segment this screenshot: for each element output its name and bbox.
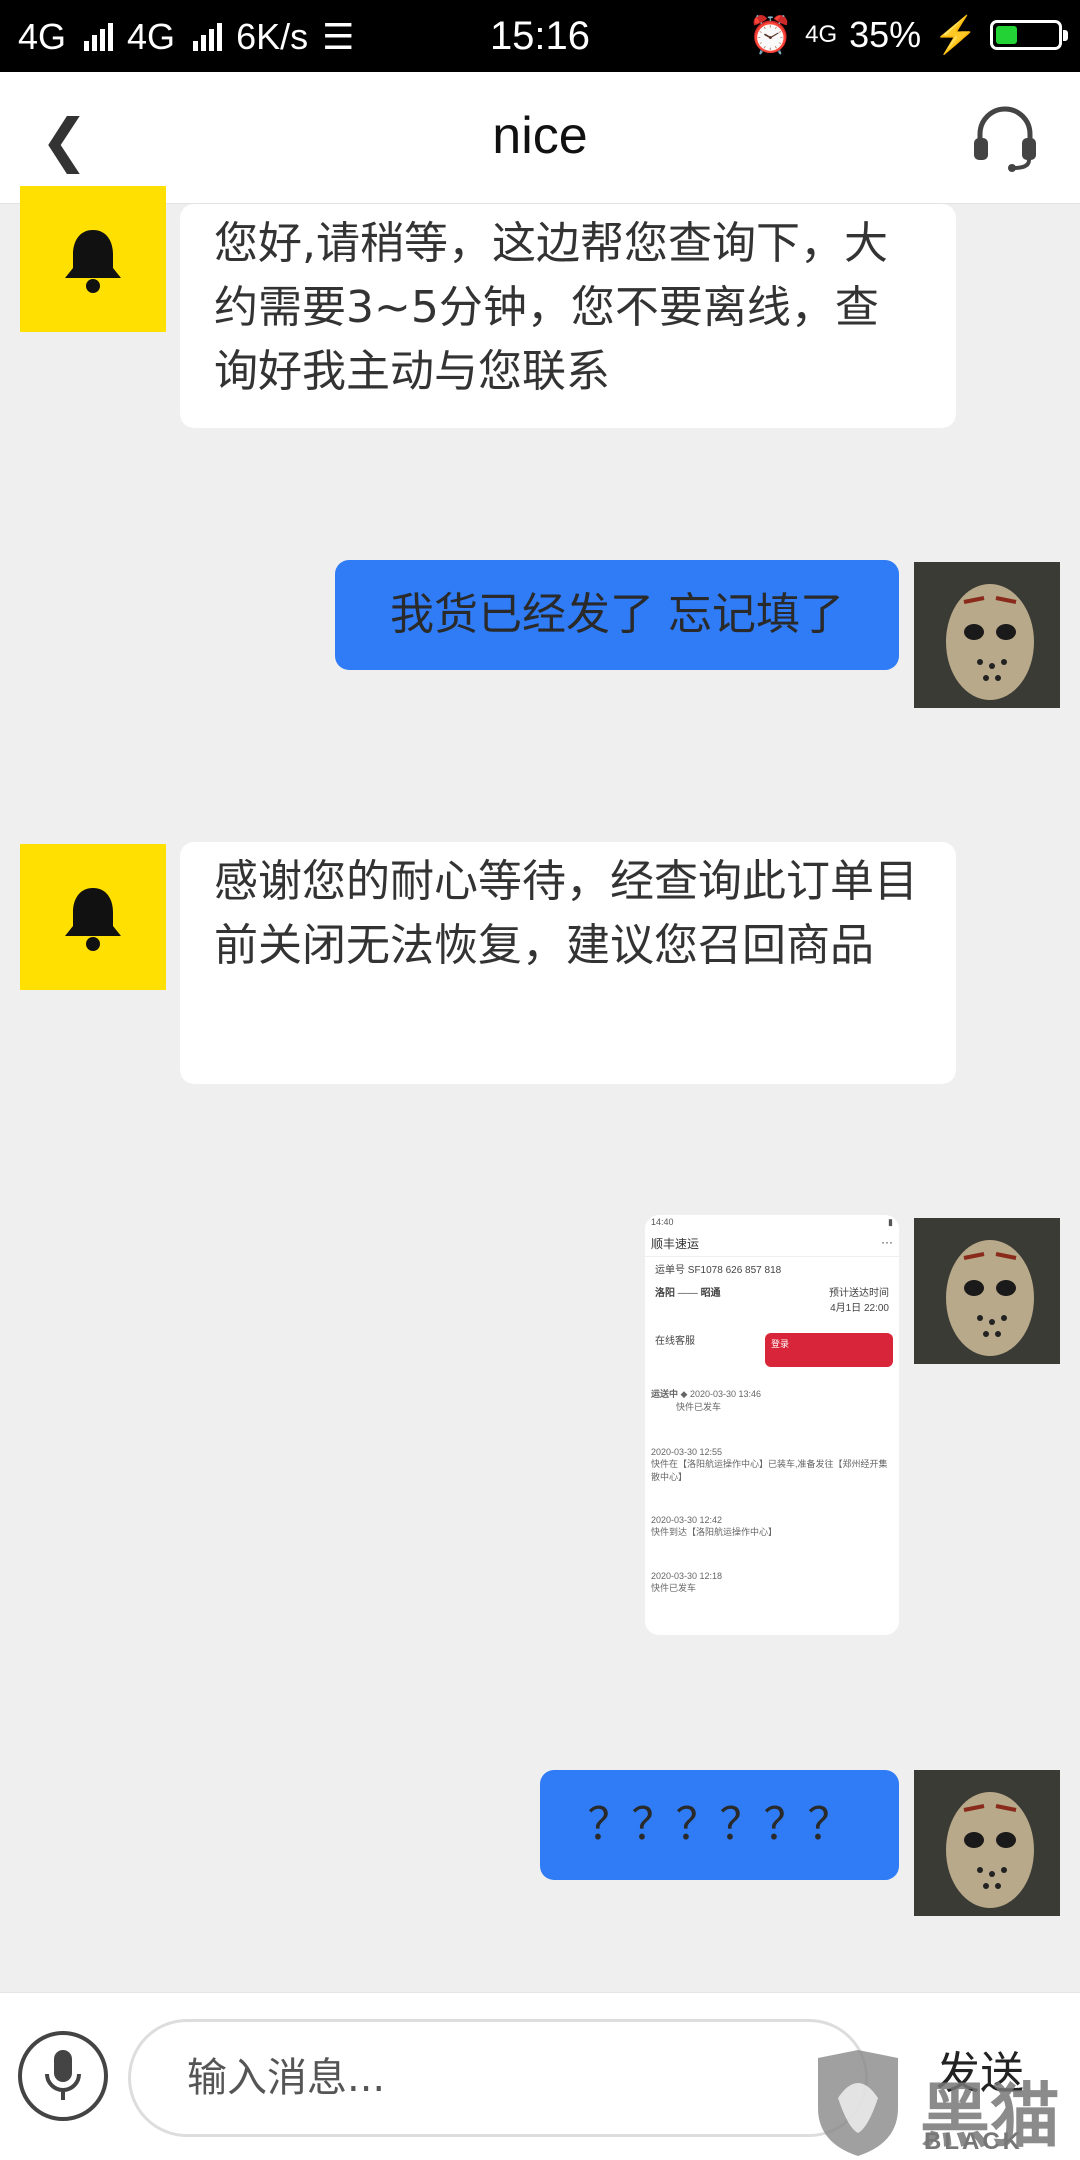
thumb-event-time: 2020-03-30 12:55 xyxy=(651,1447,723,1457)
thumb-event-desc: 快件已发车 xyxy=(676,1402,722,1412)
input-bar: 输入消息... 发送 xyxy=(0,1992,1080,2160)
thumb-login-button: 登录 xyxy=(765,1333,893,1367)
thumb-route: 洛阳 —— 昭通 预计送达时间 4月1日 22:00 xyxy=(655,1288,889,1314)
hockey-mask-avatar xyxy=(914,562,1060,708)
hockey-mask-avatar xyxy=(914,1770,1060,1916)
thumb-event: 运送中 ◆ 2020-03-30 13:46 快件已发车 xyxy=(651,1389,762,1412)
thumb-event-time: 2020-03-30 13:46 xyxy=(689,1389,762,1399)
message-bubble-bot: 感谢您的耐心等待，经查询此订单目前关闭无法恢复，建议您召回商品 xyxy=(180,842,956,1084)
thumb-event-time: 2020-03-30 12:42 xyxy=(651,1515,723,1525)
thumb-app-title: 顺丰速运 xyxy=(651,1237,700,1251)
thumb-event-desc: 快件已发车 xyxy=(651,1583,697,1593)
charging-icon: ⚡ xyxy=(933,14,978,55)
thumb-title-bar: 顺丰速运 ··· xyxy=(645,1231,899,1257)
avatar[interactable] xyxy=(914,1770,1060,1916)
battery-icon xyxy=(990,20,1068,50)
bell-icon xyxy=(65,888,121,951)
message-image[interactable]: 14:40 ▮ 顺丰速运 ··· 运单号 SF1078 626 857 818 洛阳… xyxy=(645,1215,899,1635)
message-input[interactable]: 输入消息... xyxy=(128,2019,868,2137)
thumb-status-bar: 14:40 ▮ xyxy=(645,1215,899,1231)
message-bubble-me: ？？？？？？ xyxy=(540,1770,899,1880)
message-bubble-me: 我货已经发了 忘记填了 xyxy=(335,560,899,670)
thumb-time: 14:40 xyxy=(651,1217,674,1227)
thumb-event-desc: 快件到达【洛阳航运操作中心】 xyxy=(651,1527,778,1537)
thumb-from: 洛阳 xyxy=(655,1288,675,1299)
avatar[interactable] xyxy=(914,562,1060,708)
thumb-event-desc: 快件在【洛阳航运操作中心】已装车,准备发往【郑州经开集散中心】 xyxy=(651,1459,888,1482)
support-button[interactable] xyxy=(970,102,1040,172)
avatar[interactable] xyxy=(914,1218,1060,1364)
thumb-event: 2020-03-30 12:55 快件在【洛阳航运操作中心】已装车,准备发往【郑州… xyxy=(651,1447,891,1483)
watermark-subtext: BLACK CAT xyxy=(924,2128,1023,2160)
headset-icon xyxy=(974,106,1036,172)
thumb-event: 2020-03-30 12:42 快件到达【洛阳航运操作中心】 xyxy=(651,1515,891,1538)
bell-icon xyxy=(65,230,121,293)
chat-header: ❮ nice xyxy=(0,72,1080,204)
thumb-event-time: 2020-03-30 12:18 xyxy=(651,1571,723,1581)
network-label-3: 4G xyxy=(805,21,838,48)
thumb-more-icon: ··· xyxy=(881,1235,893,1249)
thumb-state: 运送中 xyxy=(651,1389,679,1399)
thumb-eta: 4月1日 22:00 xyxy=(830,1303,889,1314)
thumb-login-label: 登录 xyxy=(771,1339,790,1349)
microphone-icon xyxy=(45,2050,81,2100)
hockey-mask-avatar xyxy=(914,1218,1060,1364)
thumb-battery: ▮ xyxy=(888,1217,893,1227)
thumb-event: 2020-03-30 12:18 快件已发车 xyxy=(651,1571,891,1594)
thumb-eta-label: 预计送达时间 xyxy=(829,1288,889,1299)
message-bubble-bot: 您好,请稍等，这边帮您查询下，大约需要3~5分钟，您不要离线，查询好我主动与您联… xyxy=(180,204,956,428)
alarm-icon: ⏰ xyxy=(748,14,794,55)
bot-avatar[interactable] xyxy=(20,186,166,332)
battery-level xyxy=(996,26,1017,44)
bot-avatar[interactable] xyxy=(20,844,166,990)
status-right: ⏰ 4G 35% ⚡ xyxy=(748,14,1068,56)
black-cat-logo xyxy=(818,2050,898,2156)
thumb-to: 昭通 xyxy=(700,1288,721,1299)
thumb-waybill-number: SF1078 626 857 818 xyxy=(687,1265,782,1276)
thumb-waybill-label: 运单号 xyxy=(655,1265,685,1276)
voice-button[interactable] xyxy=(18,2031,108,2121)
page-title: nice xyxy=(492,107,588,165)
thumb-waybill: 运单号 SF1078 626 857 818 xyxy=(645,1257,899,1280)
battery-percent: 35% xyxy=(849,14,922,55)
status-bar: 4G 4G 6K/s ☰ 15:16 ⏰ 4G 35% ⚡ xyxy=(0,0,1080,72)
